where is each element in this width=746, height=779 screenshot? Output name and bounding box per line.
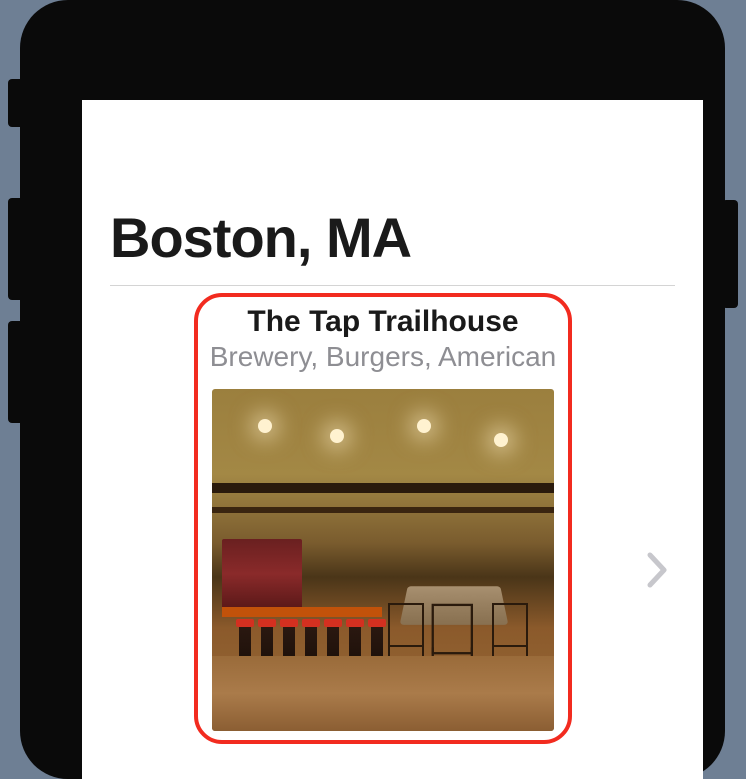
restaurant-name: The Tap Trailhouse: [198, 305, 568, 339]
title-divider: [110, 285, 675, 286]
ceiling-light-icon: [330, 429, 344, 443]
bar-counter: [222, 607, 382, 617]
ceiling-beam: [212, 483, 554, 493]
chevron-right-icon[interactable]: [647, 552, 669, 593]
ceiling-light-icon: [417, 419, 431, 433]
ceiling-light-icon: [494, 433, 508, 447]
bar-back: [222, 539, 302, 609]
restaurant-card[interactable]: The Tap Trailhouse Brewery, Burgers, Ame…: [194, 293, 572, 744]
location-title: Boston, MA: [110, 205, 411, 270]
phone-frame: Boston, MA The Tap Trailhouse Brewery, B…: [20, 0, 725, 779]
app-screen: Boston, MA The Tap Trailhouse Brewery, B…: [82, 100, 703, 779]
ceiling-light-icon: [258, 419, 272, 433]
floor: [212, 656, 554, 731]
ceiling-beam: [212, 507, 554, 513]
restaurant-categories: Brewery, Burgers, American: [198, 341, 568, 373]
restaurant-image: [212, 389, 554, 731]
bar-area: [222, 539, 382, 669]
